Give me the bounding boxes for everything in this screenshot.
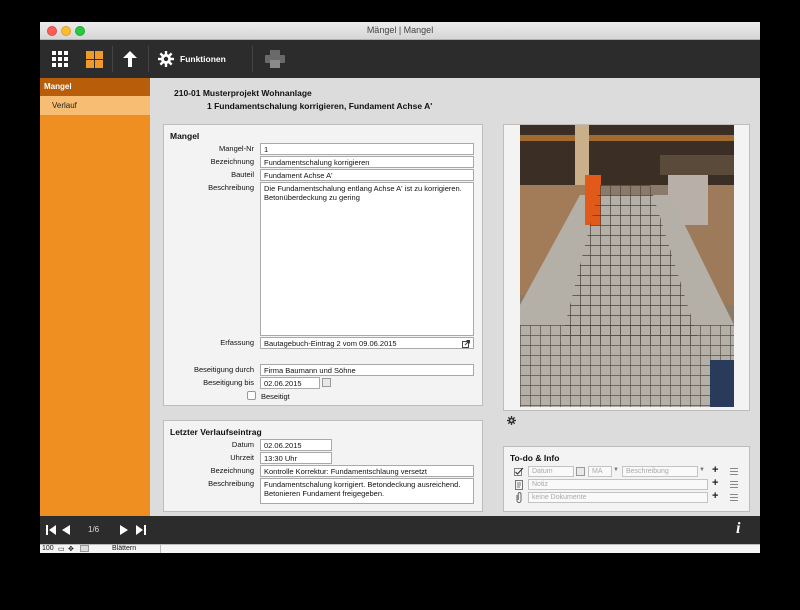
next-record-icon[interactable]: [120, 525, 128, 535]
beschreibung-label: Beschreibung: [208, 183, 254, 192]
beschreibung-field[interactable]: Die Fundamentschalung entlang Achse A' i…: [260, 182, 474, 336]
beseitigung-bis-label: Beseitigung bis: [203, 378, 254, 387]
layout-icon: [85, 50, 103, 68]
todo-panel-title: To-do & Info: [510, 453, 560, 463]
uhrzeit-label: Uhrzeit: [230, 453, 254, 462]
notiz-field[interactable]: Notiz: [528, 479, 708, 490]
verlauf-bezeichnung-label: Bezeichnung: [210, 466, 254, 475]
todo-ma-field[interactable]: MA: [588, 466, 612, 477]
add-todo-button[interactable]: +: [712, 465, 718, 476]
todo-panel: To-do & Info Datum MA ▼ Beschreibung ▼ +…: [503, 446, 750, 512]
uhrzeit-field[interactable]: 13:30 Uhr: [260, 452, 332, 464]
main-content: 210-01 Musterprojekt Wohnanlage 1 Fundam…: [150, 78, 760, 516]
defect-title: 1 Fundamentschalung korrigieren, Fundame…: [207, 101, 433, 111]
ma-dropdown-icon[interactable]: ▼: [613, 467, 619, 473]
beschreibung-dropdown-icon[interactable]: ▼: [699, 467, 705, 473]
toolbar-separator: [252, 46, 253, 72]
sidebar-item-mangel[interactable]: Mangel: [40, 78, 150, 96]
status-divider: [160, 545, 161, 553]
app-window: Mängel | Mangel Funktionen Mangel Verlau…: [40, 22, 760, 553]
browse-mode-label[interactable]: Blättern: [112, 545, 136, 552]
last-record-icon[interactable]: [136, 525, 146, 535]
grid-view-button[interactable]: [48, 47, 72, 71]
sidebar-item-verlauf[interactable]: Verlauf: [40, 96, 150, 115]
note-icon: [515, 480, 523, 490]
bottom-navigation-bar: 1/6 i: [40, 516, 760, 544]
erfassung-value: Bautagebuch-Eintrag 2 vom 09.06.2015: [264, 339, 397, 348]
bezeichnung-field[interactable]: Fundamentschalung korrigieren: [260, 156, 474, 168]
notiz-list-icon[interactable]: [730, 481, 738, 490]
add-dokument-button[interactable]: +: [712, 491, 718, 502]
toolbar-separator: [112, 46, 113, 72]
erfassung-field[interactable]: Bautagebuch-Eintrag 2 vom 09.06.2015: [260, 337, 474, 349]
project-title: 210-01 Musterprojekt Wohnanlage: [174, 88, 312, 98]
verlauf-panel-title: Letzter Verlaufseintrag: [170, 427, 262, 437]
todo-beschreibung-field[interactable]: Beschreibung: [622, 466, 698, 477]
dokumente-field[interactable]: keine Dokumente: [528, 492, 708, 503]
verlauf-panel: Letzter Verlaufseintrag Datum 02.06.2015…: [163, 420, 483, 512]
todo-list-icon[interactable]: [730, 468, 738, 477]
erfassung-label: Erfassung: [220, 338, 254, 347]
funktionen-button[interactable]: Funktionen: [158, 47, 246, 71]
mangel-nr-field[interactable]: 1: [260, 143, 474, 155]
zoom-in-icon[interactable]: ✥: [68, 545, 74, 553]
print-button[interactable]: [262, 47, 288, 71]
zoom-level[interactable]: 100: [42, 545, 54, 552]
gear-icon: [158, 51, 174, 67]
funktionen-label: Funktionen: [180, 54, 226, 64]
status-bar: 100 ▭ ✥ Blättern: [40, 544, 760, 553]
mangel-nr-label: Mangel-Nr: [218, 144, 254, 153]
photo-panel: [503, 124, 750, 411]
todo-calendar-icon[interactable]: [576, 467, 585, 476]
datum-label: Datum: [231, 440, 254, 449]
grid-icon: [52, 51, 68, 67]
verlauf-beschreibung-label: Beschreibung: [208, 479, 254, 488]
beseitigung-durch-field[interactable]: Firma Baumann und Söhne: [260, 364, 474, 376]
bauteil-label: Bauteil: [231, 170, 254, 179]
beseitigt-checkbox[interactable]: [247, 391, 256, 400]
previous-record-icon[interactable]: [62, 525, 70, 535]
toolbar-separator: [148, 46, 149, 72]
arrow-up-icon: [123, 51, 137, 67]
mangel-panel: Mangel Mangel-Nr 1 Bezeichnung Fundament…: [163, 124, 483, 406]
toolbar: Funktionen: [40, 40, 760, 78]
todo-datum-field[interactable]: Datum: [528, 466, 574, 477]
bezeichnung-label: Bezeichnung: [210, 157, 254, 166]
zoom-out-icon[interactable]: ▭: [58, 545, 65, 553]
mangel-panel-title: Mangel: [170, 131, 200, 141]
window-title: Mängel | Mangel: [366, 25, 434, 35]
verlauf-bezeichnung-field[interactable]: Kontrolle Korrektur: Fundamentschlaung v…: [260, 465, 474, 477]
open-link-icon[interactable]: [462, 340, 470, 348]
verlauf-beschreibung-field[interactable]: Fundamentschalung korrigiert. Betondecku…: [260, 478, 474, 504]
construction-photo[interactable]: [520, 125, 734, 407]
printer-icon: [265, 50, 285, 68]
bauteil-field[interactable]: Fundament Achse A': [260, 169, 474, 181]
dokumente-list-icon[interactable]: [730, 494, 738, 503]
beseitigung-bis-field[interactable]: 02.06.2015: [260, 377, 320, 389]
sidebar: Mangel Verlauf: [40, 78, 150, 516]
title-bar: Mängel | Mangel: [40, 22, 760, 40]
photo-settings-gear-icon[interactable]: [507, 416, 516, 425]
paperclip-icon: [516, 492, 522, 503]
first-record-icon[interactable]: [46, 525, 56, 535]
beseitigung-durch-label: Beseitigung durch: [193, 365, 254, 374]
datum-field[interactable]: 02.06.2015: [260, 439, 332, 451]
checklist-icon: [514, 467, 524, 476]
toggle-toolbar-icon[interactable]: [80, 545, 89, 552]
beseitigt-label: Beseitigt: [261, 392, 290, 401]
info-icon[interactable]: i: [736, 520, 740, 538]
record-counter: 1/6: [88, 525, 100, 534]
up-button[interactable]: [118, 47, 142, 71]
add-notiz-button[interactable]: +: [712, 478, 718, 489]
layout-view-button[interactable]: [82, 47, 106, 71]
calendar-icon[interactable]: [322, 378, 331, 387]
